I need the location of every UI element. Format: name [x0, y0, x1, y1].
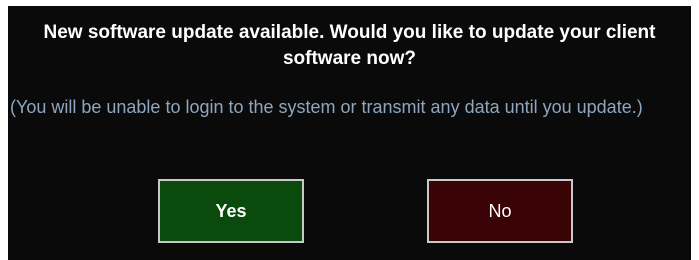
no-button[interactable]: No [427, 179, 573, 243]
dialog-message: (You will be unable to login to the syst… [10, 97, 643, 117]
yes-button[interactable]: Yes [158, 179, 304, 243]
update-dialog: New software update available. Would you… [8, 6, 691, 260]
dialog-title: New software update available. Would you… [43, 22, 656, 69]
no-button-label: No [488, 200, 512, 221]
yes-button-label: Yes [215, 200, 247, 221]
